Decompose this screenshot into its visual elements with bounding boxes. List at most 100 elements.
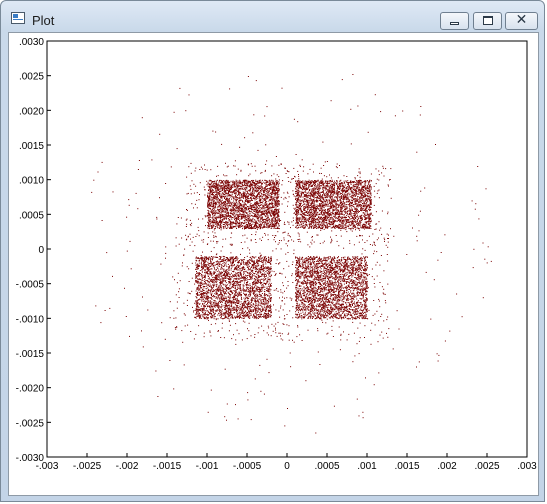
data-point bbox=[209, 199, 211, 201]
data-point bbox=[311, 180, 312, 182]
data-point bbox=[315, 206, 317, 207]
data-point bbox=[270, 184, 272, 186]
data-point bbox=[264, 169, 266, 171]
data-point bbox=[318, 205, 320, 207]
data-point bbox=[246, 183, 248, 185]
data-point bbox=[273, 200, 275, 202]
data-point bbox=[227, 194, 229, 196]
data-point bbox=[348, 185, 350, 187]
data-point bbox=[240, 206, 242, 208]
data-point bbox=[213, 200, 215, 202]
x-tick-label: .0005 bbox=[314, 461, 339, 472]
data-point bbox=[259, 216, 261, 218]
data-point bbox=[220, 190, 222, 192]
data-point bbox=[235, 223, 237, 225]
data-point bbox=[368, 189, 370, 191]
data-point bbox=[333, 199, 335, 201]
data-point bbox=[265, 202, 267, 204]
data-point bbox=[204, 169, 206, 170]
data-point bbox=[271, 220, 273, 222]
data-point bbox=[367, 196, 369, 198]
data-point bbox=[235, 215, 237, 217]
app-window-icon[interactable] bbox=[11, 12, 25, 24]
data-point bbox=[315, 214, 317, 216]
data-point bbox=[272, 217, 274, 219]
data-point bbox=[318, 217, 319, 218]
data-point bbox=[254, 199, 256, 201]
data-point bbox=[228, 198, 230, 200]
data-point bbox=[284, 231, 286, 233]
data-point bbox=[345, 207, 347, 209]
x-tick-label: -.003 bbox=[36, 461, 59, 472]
data-point bbox=[235, 205, 237, 207]
data-point bbox=[274, 186, 276, 188]
data-point bbox=[265, 184, 267, 186]
data-point bbox=[222, 210, 224, 212]
data-point bbox=[223, 191, 225, 193]
data-point bbox=[249, 218, 251, 220]
data-point bbox=[344, 206, 346, 208]
data-point bbox=[284, 221, 285, 223]
title-bar[interactable]: Plot ✕ bbox=[1, 1, 544, 31]
data-point bbox=[294, 208, 296, 210]
data-point bbox=[227, 226, 229, 228]
data-point bbox=[226, 209, 228, 210]
data-point bbox=[298, 221, 299, 223]
data-point bbox=[269, 214, 271, 216]
data-point bbox=[353, 211, 354, 212]
data-point bbox=[300, 209, 302, 211]
data-point bbox=[297, 184, 299, 186]
minimize-button[interactable] bbox=[440, 12, 469, 30]
close-button[interactable]: ✕ bbox=[505, 12, 538, 30]
data-point bbox=[223, 193, 225, 195]
data-point bbox=[256, 194, 258, 196]
data-point bbox=[274, 208, 275, 210]
data-point bbox=[342, 210, 344, 212]
data-point bbox=[369, 225, 371, 227]
data-point bbox=[200, 166, 202, 168]
data-point bbox=[212, 222, 214, 223]
data-point bbox=[257, 219, 259, 221]
data-point bbox=[368, 192, 370, 194]
data-point bbox=[219, 184, 221, 186]
data-point bbox=[235, 179, 237, 181]
data-point bbox=[343, 221, 345, 223]
data-point bbox=[335, 213, 337, 215]
data-point bbox=[230, 217, 232, 219]
data-point bbox=[218, 193, 220, 195]
data-point bbox=[365, 180, 367, 182]
data-point bbox=[217, 200, 219, 202]
data-point bbox=[209, 204, 211, 206]
data-point bbox=[293, 207, 295, 209]
data-point bbox=[297, 192, 299, 194]
data-point bbox=[323, 214, 325, 216]
data-point bbox=[261, 186, 262, 188]
data-point bbox=[214, 186, 216, 188]
data-point bbox=[218, 221, 220, 223]
data-point bbox=[233, 192, 235, 194]
data-point bbox=[366, 199, 368, 201]
data-point bbox=[246, 197, 248, 199]
data-point bbox=[264, 210, 266, 212]
data-point bbox=[247, 206, 248, 207]
maximize-button[interactable] bbox=[473, 12, 502, 30]
data-point bbox=[198, 199, 200, 201]
data-point bbox=[234, 196, 236, 198]
data-point bbox=[304, 226, 306, 228]
data-point bbox=[232, 211, 234, 213]
data-point bbox=[219, 209, 221, 211]
data-point bbox=[268, 224, 270, 226]
data-point bbox=[244, 183, 246, 185]
data-point bbox=[341, 216, 343, 218]
data-point bbox=[345, 193, 347, 195]
data-point bbox=[262, 236, 264, 238]
data-point bbox=[358, 192, 360, 194]
data-point bbox=[225, 218, 227, 220]
data-point bbox=[331, 196, 333, 198]
data-point bbox=[343, 202, 345, 204]
data-point bbox=[261, 214, 263, 216]
data-point bbox=[210, 169, 212, 171]
data-point bbox=[227, 182, 229, 184]
data-point bbox=[272, 205, 274, 207]
data-point bbox=[229, 220, 231, 222]
